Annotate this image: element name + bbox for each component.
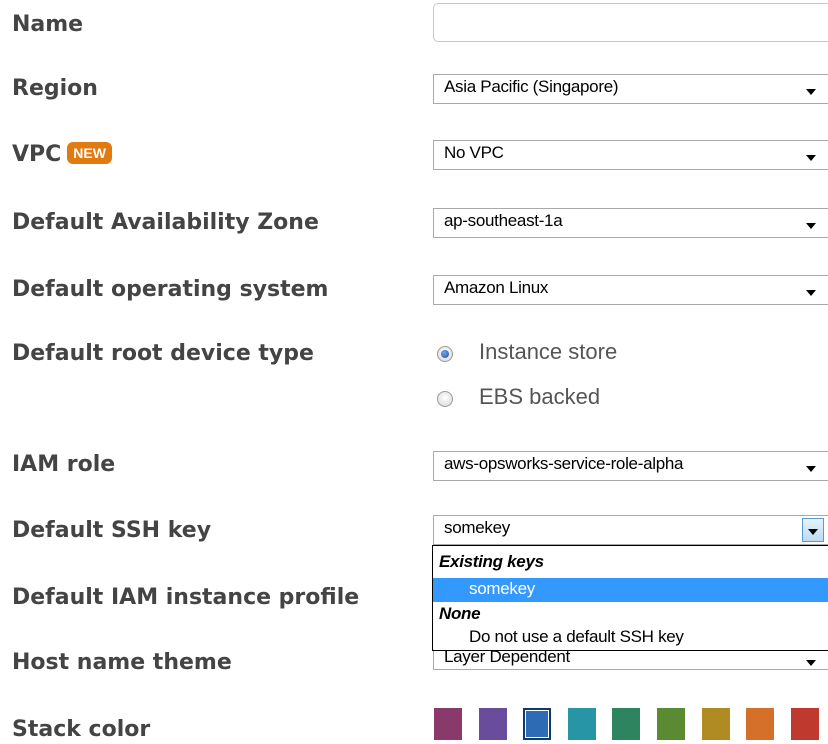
iam-role-label: IAM role (12, 452, 116, 477)
group-existing-keys: Existing keys (439, 552, 544, 571)
instance-profile-label: Default IAM instance profile (12, 585, 360, 610)
name-label: Name (12, 12, 84, 37)
color-swatch[interactable] (790, 708, 819, 740)
vpc-value: No VPC (444, 143, 504, 162)
chevron-down-icon (806, 466, 816, 472)
new-badge: NEW (67, 142, 112, 164)
operating-system-label: Default operating system (12, 277, 329, 302)
ebs-backed-label[interactable]: EBS backed (479, 384, 600, 410)
host-name-theme-label: Host name theme (12, 650, 232, 675)
chevron-down-icon (806, 660, 816, 666)
availability-zone-label: Default Availability Zone (12, 210, 319, 235)
vpc-select[interactable]: No VPC (433, 140, 828, 170)
color-swatch[interactable] (612, 708, 641, 740)
color-swatch[interactable] (701, 708, 730, 740)
name-input[interactable] (433, 3, 828, 42)
color-swatch[interactable] (746, 708, 775, 740)
iam-role-value: aws-opsworks-service-role-alpha (444, 454, 684, 473)
color-swatch[interactable] (434, 708, 462, 740)
color-swatch[interactable] (657, 708, 685, 740)
chevron-down-icon (808, 529, 818, 535)
chevron-down-icon (806, 290, 816, 296)
iam-role-select[interactable]: aws-opsworks-service-role-alpha (433, 451, 828, 481)
availability-zone-value: ap-southeast-1a (444, 211, 563, 230)
region-value: Asia Pacific (Singapore) (444, 77, 619, 96)
region-select[interactable]: Asia Pacific (Singapore) (433, 74, 828, 104)
color-swatch[interactable] (523, 708, 552, 740)
dropdown-button[interactable] (802, 518, 824, 542)
ssh-key-label: Default SSH key (12, 518, 212, 543)
stack-color-label: Stack color (12, 717, 151, 742)
availability-zone-select[interactable]: ap-southeast-1a (433, 208, 828, 238)
ssh-key-dropdown[interactable]: Existing keys somekey None Do not use a … (432, 545, 828, 651)
radio-unchecked-icon[interactable] (437, 391, 453, 407)
ssh-key-value: somekey (444, 518, 510, 537)
chevron-down-icon (806, 89, 816, 95)
vpc-label: VPC (12, 142, 62, 167)
root-device-label: Default root device type (12, 341, 314, 366)
group-none: None (439, 604, 481, 623)
operating-system-value: Amazon Linux (444, 278, 549, 297)
radio-checked-icon[interactable] (437, 346, 453, 362)
color-swatch[interactable] (478, 708, 507, 740)
option-somekey[interactable]: somekey (433, 578, 828, 602)
vpc-label-row: VPC NEW (12, 142, 112, 167)
chevron-down-icon (806, 223, 816, 229)
instance-store-label[interactable]: Instance store (479, 339, 617, 365)
option-no-default-key[interactable]: Do not use a default SSH key (433, 626, 828, 650)
chevron-down-icon (806, 155, 816, 161)
region-label: Region (12, 76, 98, 101)
color-swatch[interactable] (567, 708, 596, 740)
ssh-key-select[interactable]: somekey (433, 515, 828, 545)
operating-system-select[interactable]: Amazon Linux (433, 275, 828, 305)
